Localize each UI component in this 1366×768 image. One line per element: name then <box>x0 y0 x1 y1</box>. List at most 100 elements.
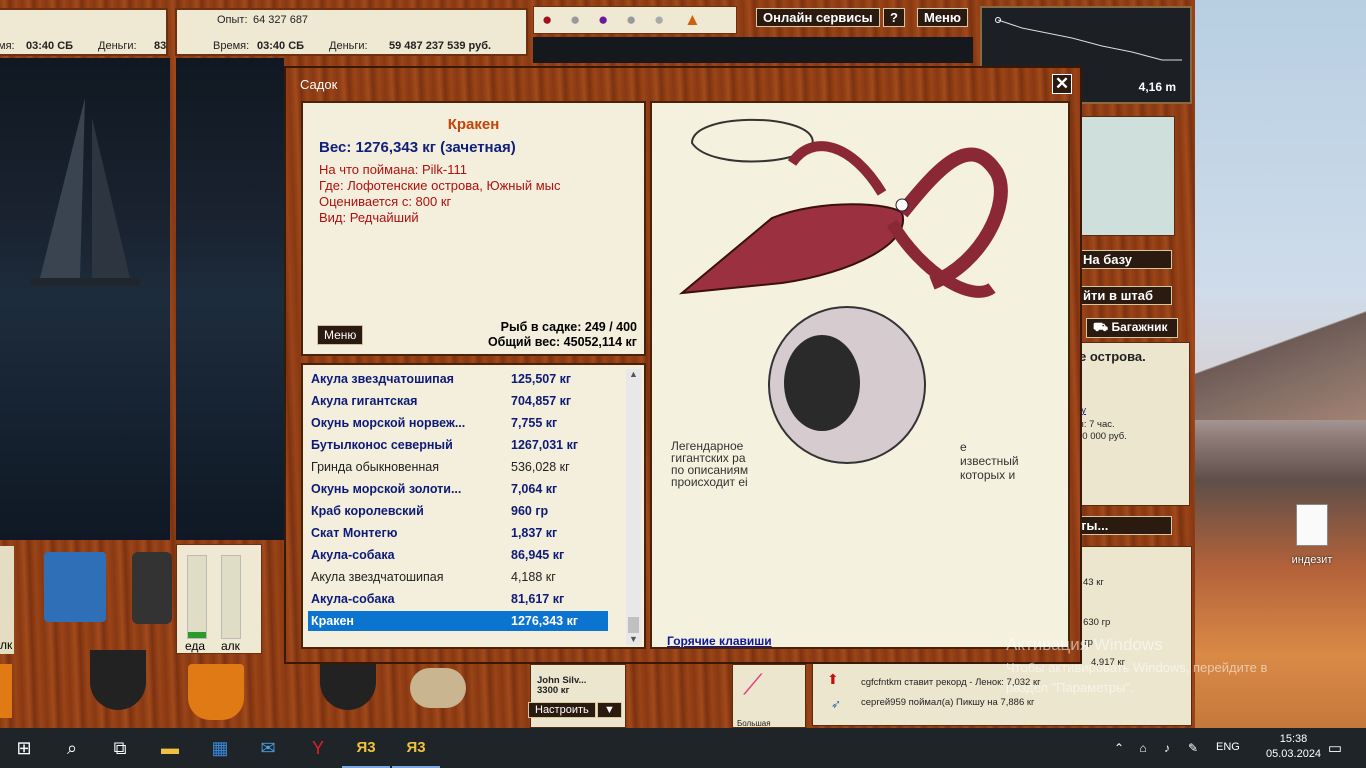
scroll-up-icon[interactable]: ▲ <box>629 369 638 379</box>
hotkeys-link[interactable]: Горячие клавиши <box>667 634 772 648</box>
trunk-label: Багажник <box>1111 320 1168 334</box>
help-button[interactable]: ? <box>883 8 905 27</box>
store-icon[interactable]: ▦ <box>196 728 244 768</box>
fish-list-row[interactable]: Акула-собака 81,617 кг <box>308 589 608 609</box>
time-value: 03:40 СБ <box>26 40 74 52</box>
money-label: Деньги: <box>329 40 368 52</box>
exp-label: Опыт: <box>217 14 248 26</box>
bucket-icon[interactable] <box>0 664 12 718</box>
lure-card[interactable]: ⟋ Большая <box>732 664 806 728</box>
fish-list-row[interactable]: Окунь морской норвеж... 7,755 кг <box>308 413 608 433</box>
kraken-illustration <box>678 118 1008 464</box>
fish-list-row[interactable]: Бутылконос северный 1267,031 кг <box>308 435 608 455</box>
to-hq-button[interactable]: йти в штаб <box>1076 286 1172 305</box>
fish-list-row[interactable]: Акула-собака 86,945 кг <box>308 545 608 565</box>
backpack-icon[interactable] <box>132 552 172 624</box>
potion-gray-icon[interactable]: ● <box>654 10 664 30</box>
total-weight: Общий вес: 45052,114 кг <box>487 335 637 349</box>
potion-orange-icon[interactable]: ▲ <box>684 10 701 30</box>
money-value: 59 487 237 539 руб. <box>389 40 492 52</box>
fish-list-weight: 125,507 кг <box>511 372 572 386</box>
fish-list-row[interactable]: Акула звездчатошипая 4,188 кг <box>308 567 608 587</box>
fish-list-row[interactable]: Скат Монтегю 1,837 кг <box>308 523 608 543</box>
valued-from: Оценивается с: 800 кг <box>319 194 452 209</box>
close-icon[interactable]: ✕ <box>1052 74 1072 94</box>
money-label: Деньги: <box>98 40 137 52</box>
list-scrollbar[interactable]: ▲ ▼ <box>626 369 641 645</box>
potion-gray-icon[interactable]: ● <box>570 10 580 30</box>
desktop-file-icon[interactable]: индезит <box>1282 500 1342 570</box>
fish-list-row[interactable]: Акула гигантская 704,857 кг <box>308 391 608 411</box>
mail-icon[interactable]: ✉ <box>244 728 292 768</box>
sailboat-icon <box>30 98 140 286</box>
rf3-game-icon[interactable]: Я3 <box>392 728 440 768</box>
activation-watermark-title: Активация Windows <box>1006 635 1163 654</box>
main-menu-button[interactable]: Меню <box>917 8 969 27</box>
scroll-thumb[interactable] <box>628 617 639 633</box>
file-explorer-icon[interactable]: ▬ <box>146 728 194 768</box>
yandex-browser-icon[interactable]: Y <box>294 728 342 768</box>
lure-icon: ⟋ <box>743 669 763 700</box>
sea-view-left[interactable] <box>0 58 170 540</box>
fish-list-weight: 1267,031 кг <box>511 438 579 452</box>
location-panel: е острова. ку ы: 7 час. 00 000 руб. 8 <box>1072 342 1190 506</box>
windows-start-icon[interactable]: ⊞ <box>0 728 48 768</box>
dropdown-arrow-icon[interactable]: ▼ <box>597 702 622 718</box>
potion-red-icon[interactable]: ● <box>542 10 552 30</box>
description-line: е <box>960 440 967 454</box>
document-icon <box>1296 504 1328 546</box>
fish-list-row[interactable]: Кракен 1276,343 кг <box>308 611 608 631</box>
fish-list-row[interactable]: Гринда обыкновенная 536,028 кг <box>308 457 608 477</box>
potion-purple-icon[interactable]: ● <box>598 10 608 30</box>
keepnet-totals: Рыб в садке: 249 / 400 Общий вес: 45052,… <box>488 320 637 350</box>
fish-list-weight: 86,945 кг <box>511 548 565 562</box>
desktop-file-label: индезит <box>1291 554 1333 566</box>
fish-list-name: Окунь морской золоти... <box>311 482 462 496</box>
fish-list-name: Акула звездчатошипая <box>311 372 454 386</box>
fish-list-name: Акула-собака <box>311 548 395 562</box>
time-label: мя: <box>0 40 15 52</box>
record-arrow-icon: ⬆ <box>827 671 839 687</box>
fish-list-row[interactable]: Краб королевский 960 гр <box>308 501 608 521</box>
trunk-button[interactable]: ⛟ Багажник <box>1086 318 1178 338</box>
bait-bag-icon[interactable] <box>410 668 466 708</box>
fish-list-weight: 704,857 кг <box>511 394 572 408</box>
sea-view-middle[interactable] <box>176 58 284 540</box>
notifications-icon[interactable]: ▭ <box>1320 728 1350 768</box>
task-view-icon[interactable]: ⧉ <box>96 728 144 768</box>
to-base-button[interactable]: На базу <box>1076 250 1172 269</box>
pen-icon[interactable]: ✎ <box>1182 728 1204 768</box>
scroll-down-icon[interactable]: ▼ <box>629 634 638 644</box>
food-meter <box>187 555 207 639</box>
tackle-box-icon[interactable] <box>44 552 106 622</box>
potion-gray-icon[interactable]: ● <box>626 10 636 30</box>
fish-list-weight: 81,617 кг <box>511 592 565 606</box>
potions-bar: ● ● ● ● ● ▲ <box>533 6 737 34</box>
clock-date: 05.03.2024 <box>1266 748 1322 760</box>
cauldron-icon[interactable] <box>90 650 146 710</box>
caught-where: Где: Лофотенские острова, Южный мыс <box>319 178 561 193</box>
fish-list-row[interactable]: Окунь морской золоти... 7,064 кг <box>308 479 608 499</box>
tray-arrow-icon[interactable]: ⌃ <box>1108 728 1130 768</box>
location-title: е острова. <box>1079 349 1146 364</box>
fish-list-weight: 7,064 кг <box>511 482 558 496</box>
feed-text: 43 кг <box>1083 577 1104 588</box>
online-services-button[interactable]: Онлайн сервисы <box>756 8 880 27</box>
clock[interactable]: 15:38 05.03.2024 <box>1266 733 1321 760</box>
volume-icon[interactable]: ♪ <box>1156 728 1178 768</box>
wallpaper-mountain <box>1195 300 1366 420</box>
search-icon[interactable]: ⌕ <box>48 728 96 768</box>
map-thumbnail[interactable] <box>1080 116 1175 236</box>
bucket-icon[interactable] <box>188 664 244 720</box>
rf3-game-icon[interactable]: Я3 <box>342 728 390 768</box>
watermark-line: Чтобы активировать Windows, перейдите в <box>1006 660 1268 675</box>
network-icon[interactable]: ⌂ <box>1132 728 1154 768</box>
food-meters: еда алк <box>176 544 262 654</box>
fish-list-row[interactable]: Акула звездчатошипая 125,507 кг <box>308 369 608 389</box>
fish-weight: Вес: 1276,343 кг (зачетная) <box>319 139 516 156</box>
setup-button[interactable]: Настроить <box>528 702 596 718</box>
fish-list-name: Акула гигантская <box>311 394 418 408</box>
caught-on: На что поймана: Pilk-111 <box>319 162 468 177</box>
language-indicator[interactable]: ENG <box>1216 741 1240 753</box>
fish-menu-button[interactable]: Меню <box>317 325 364 345</box>
